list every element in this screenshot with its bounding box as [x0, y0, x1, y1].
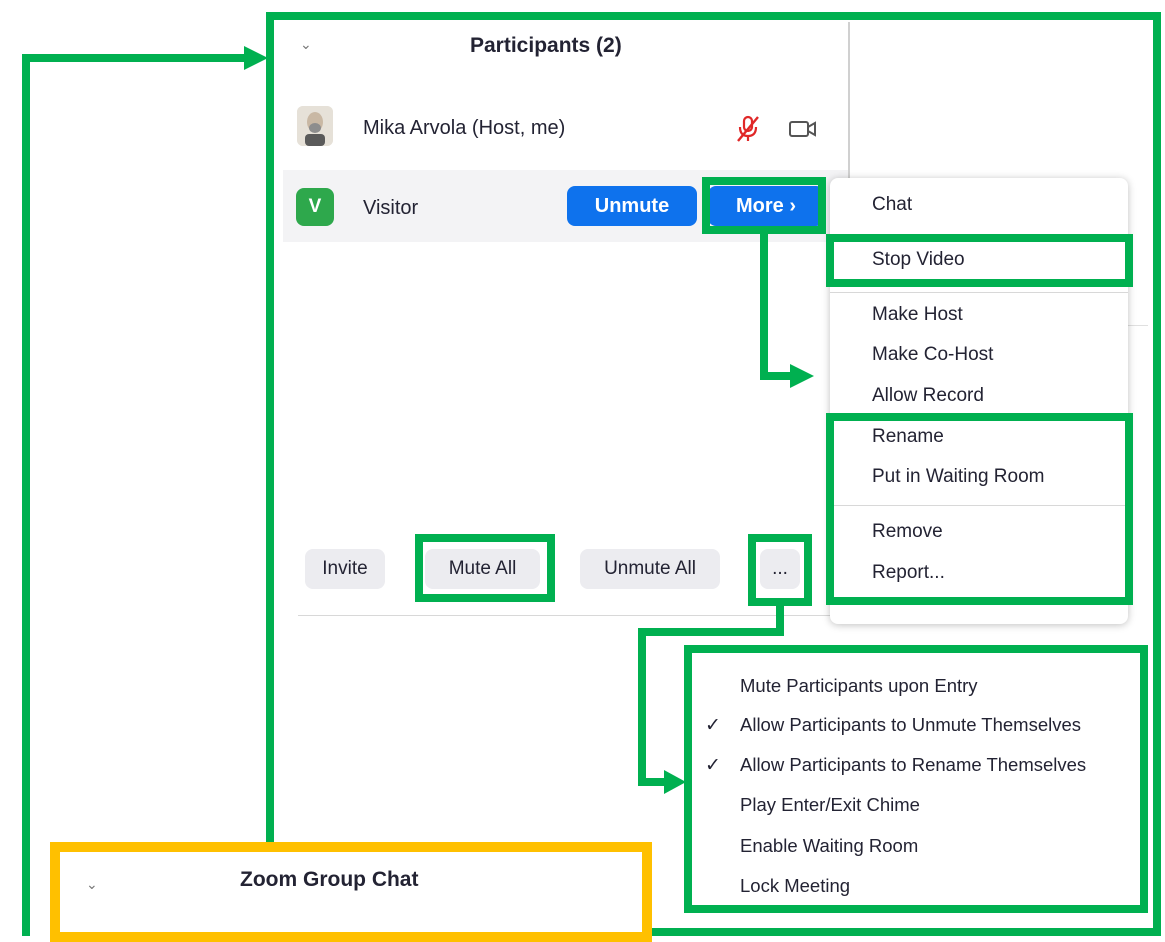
annotation-box-stop-video — [826, 234, 1133, 287]
connector-line — [760, 234, 768, 380]
connector-line — [760, 372, 794, 380]
group-chat-panel — [50, 842, 652, 942]
connector-line — [638, 628, 646, 786]
group-chat-title: Zoom Group Chat — [240, 868, 419, 891]
annotation-box-settings — [684, 645, 1148, 913]
connector-line — [22, 54, 30, 936]
annotation-box-more — [702, 177, 826, 234]
chevron-down-icon[interactable]: ⌄ — [86, 876, 98, 893]
annotation-box-dots — [748, 534, 812, 606]
arrow-right-icon — [790, 364, 814, 388]
arrow-right-icon — [244, 46, 268, 70]
annotation-box-rename-remove — [826, 413, 1133, 605]
annotation-box-mute-all — [415, 534, 555, 602]
connector-line — [638, 628, 784, 636]
connector-line — [22, 54, 248, 62]
arrow-right-icon — [664, 770, 686, 794]
